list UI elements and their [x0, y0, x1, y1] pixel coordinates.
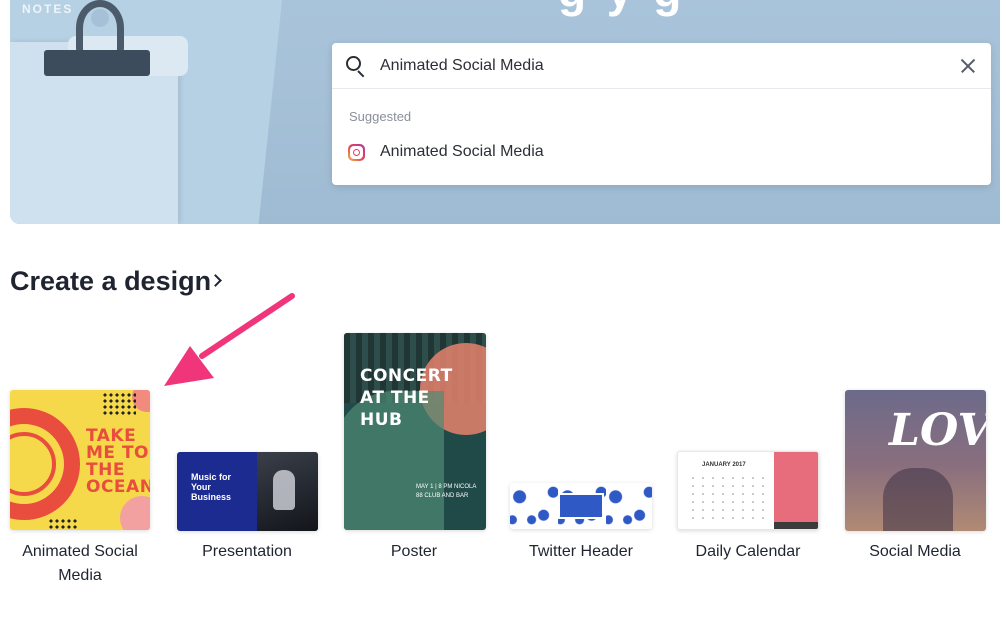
- animated-social-thumbnail[interactable]: TAKE ME TO THE OCEAN: [10, 390, 150, 530]
- thumbnail-text: LOVE: [889, 405, 986, 456]
- hero-heading: g y g: [558, 0, 685, 18]
- calendar-footer: [774, 522, 818, 529]
- design-card-label: Daily Calendar: [695, 543, 801, 560]
- design-card-label: Poster: [390, 543, 438, 560]
- instagram-icon: [348, 143, 365, 161]
- binder-clip-icon: [44, 50, 150, 76]
- design-card-label: Presentation: [202, 543, 292, 560]
- thumbnail-text: JANUARY 2017: [702, 462, 746, 468]
- calendar-grid: [688, 474, 764, 522]
- decor-dots: [102, 392, 136, 416]
- poster-thumbnail[interactable]: CONCERT AT THE HUB MAY 1 | 8 PM NICOLA 8…: [344, 333, 486, 530]
- search-input[interactable]: [380, 56, 959, 75]
- thumbnail-figure: [273, 470, 295, 510]
- search-bar: [332, 43, 991, 89]
- thumbnail-subtext: MAY 1 | 8 PM NICOLA 88 CLUB AND BAR: [416, 484, 477, 499]
- design-card-label: Animated Social Media: [22, 543, 138, 584]
- twitter-header-thumbnail[interactable]: [510, 483, 652, 529]
- design-card-label: Twitter Header: [528, 543, 634, 560]
- suggested-label: Suggested: [349, 109, 412, 124]
- thumbnail-badge: [558, 493, 604, 519]
- thumbnail-figure: [883, 468, 953, 531]
- suggestion-label: Animated Social Media: [380, 143, 544, 160]
- thumbnail-text: CONCERT AT THE HUB: [360, 366, 453, 430]
- thumbnail-text: TAKE ME TO THE OCEAN: [86, 426, 150, 497]
- thumbnail-text: Music for Your Business: [191, 472, 232, 502]
- close-icon[interactable]: [959, 57, 977, 75]
- annotation-arrow-icon: [164, 293, 295, 386]
- suggestion-item[interactable]: Animated Social Media: [348, 143, 544, 161]
- decor-blob: [120, 496, 150, 530]
- social-media-thumbnail[interactable]: LOVE: [845, 390, 986, 531]
- search-panel: Suggested Animated Social Media: [332, 43, 991, 185]
- notes-label: NOTES: [22, 2, 74, 16]
- design-card-label: Social Media: [869, 543, 961, 560]
- search-icon: [346, 55, 366, 77]
- binder-clip-ring: [76, 0, 124, 56]
- decor-dots: [48, 518, 78, 530]
- daily-calendar-thumbnail[interactable]: JANUARY 2017: [677, 451, 819, 530]
- presentation-thumbnail[interactable]: Music for Your Business: [177, 452, 318, 531]
- calendar-side-panel: [774, 452, 818, 522]
